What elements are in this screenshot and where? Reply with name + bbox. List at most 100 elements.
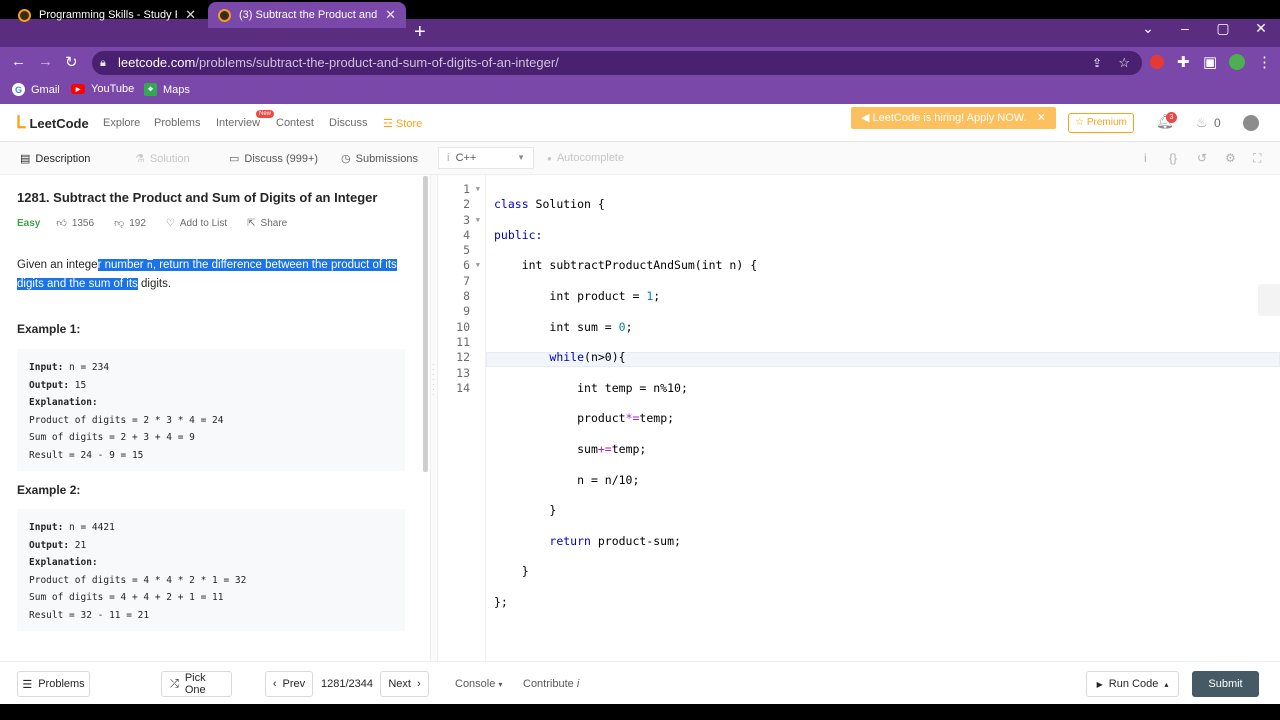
line-number-gutter: 1 ▼ 2 3 ▼ 4 5 6 ▼ 7 8 9 10 11 12 13 14 [438,182,484,396]
browser-menu-icon[interactable]: ⋮ [1257,53,1272,71]
nav-store[interactable]: ☲ Store [383,117,422,130]
dislike-button[interactable]: 👎︎ 192 [114,217,146,230]
add-to-list-label: Add to List [179,217,228,229]
console-label: Console [455,678,496,690]
contribute-button[interactable]: Contribute i [523,678,579,690]
side-panel-icon[interactable]: ▣ [1203,53,1217,71]
code-line: int sum = 0; [549,319,633,334]
bookmark-youtube[interactable]: ▶ YouTube [71,83,134,95]
tab-title: Programming Skills - Study Plan [39,9,177,21]
code-content[interactable]: class Solution { public: int subtractPro… [494,182,757,626]
user-avatar[interactable] [1243,115,1259,131]
problem-subtabs [0,142,1280,175]
braces-icon[interactable]: {} [1169,151,1177,165]
discuss-icon: ▭ [229,153,240,165]
close-window-icon[interactable]: ✕ [1246,20,1276,37]
minimize-icon[interactable]: – [1170,20,1200,36]
tab-submissions[interactable]: ◷ Submissions [341,152,418,166]
input-value: n = 234 [63,362,110,373]
line-number: 8 [463,289,470,304]
output-value: 15 [69,379,87,391]
forward-icon[interactable]: → [38,53,53,70]
tab-description[interactable]: ▤ Description [20,152,90,166]
prev-button[interactable]: ‹ Prev [265,671,313,697]
hiring-banner[interactable]: ◀ LeetCode is hiring! Apply NOW. ✕ [851,107,1056,129]
example-box: Input: n = 234 Output: 15 Explanation: P… [17,349,405,471]
code-line: } [521,564,529,579]
close-banner-icon[interactable]: ✕ [1037,112,1046,124]
nav-discuss[interactable]: Discuss [329,117,368,129]
flame-icon[interactable]: ♨ [1196,115,1208,131]
next-button[interactable]: Next › [380,671,429,697]
reset-icon[interactable]: ↺ [1197,151,1207,165]
console-toggle[interactable]: Console ▾ [455,678,502,690]
autocomplete-label: Autocomplete [556,152,625,164]
tab-search-icon[interactable]: ⌄ [1133,20,1163,37]
reload-icon[interactable]: ↻ [65,53,78,71]
problem-description: Given an integer number n, return the di… [17,256,405,294]
desc-selected: n [146,260,153,271]
nav-contest[interactable]: Contest [276,117,314,129]
language-select[interactable]: i C++ ▼ [438,147,534,169]
share-button[interactable]: ⇱ Share [247,218,287,229]
premium-button[interactable]: ☆ Premium [1068,113,1134,133]
pane-resize-handle[interactable] [430,175,438,661]
maximize-icon[interactable]: ▢ [1208,20,1238,37]
address-bar[interactable]: 🔒︎ leetcode.com/problems/subtract-the-pr… [92,51,1142,75]
leetcode-logo[interactable]: ᒪ LeetCode [16,113,89,133]
bookmark-gmail[interactable]: G Gmail [12,83,60,96]
pick-one-button[interactable]: ⤮ Pick One [161,671,232,697]
code-line: n = n/10; [577,472,640,487]
code-line: sum+=temp; [577,442,647,457]
explanation-line: Sum of digits = 2 + 3 + 4 = 9 [29,432,195,443]
tab-discuss[interactable]: ▭ Discuss (999+) [229,152,318,166]
play-icon: ▶ [1096,679,1103,689]
chevron-left-icon: ‹ [272,678,277,690]
browser-tab[interactable]: Programming Skills - Study Plan ✕ [8,2,206,28]
premium-label: Premium [1086,117,1127,128]
problem-title: 1281. Subtract the Product and Sum of Di… [17,190,378,205]
info-icon[interactable]: i [1144,151,1147,165]
share-page-icon[interactable]: ⇪ [1092,51,1102,75]
info-icon: i [576,678,580,690]
language-value: C++ [455,152,477,164]
input-label: Input: [29,362,64,373]
description-scrollbar[interactable] [423,176,428,472]
back-icon[interactable]: ← [11,53,26,70]
solution-icon: ⚗ [135,153,145,165]
extension-icon[interactable] [1150,55,1164,69]
nav-interview[interactable]: Interview [216,117,260,129]
bookmark-label: Maps [163,83,190,96]
autocomplete-toggle[interactable]: ● Autocomplete [547,152,624,164]
browser-tab-active[interactable]: (3) Subtract the Product and Sum ✕ [208,2,406,28]
clock-icon: ◷ [341,153,351,165]
run-code-button[interactable]: ▶ Run Code ▴ [1086,671,1179,697]
problems-list-button[interactable]: ☰ Problems [17,671,90,697]
side-drawer-tab[interactable] [1258,284,1280,316]
line-number: 2 [463,197,470,212]
settings-icon[interactable]: ⚙ [1225,151,1236,165]
submit-button[interactable]: Submit [1192,671,1259,697]
leetcode-favicon-icon [18,8,31,22]
profile-avatar[interactable] [1229,54,1245,70]
share-label: Share [260,217,288,229]
explanation-label: Explanation: [29,397,98,408]
close-tab-icon[interactable]: ✕ [385,7,396,23]
new-tab-icon[interactable]: + [414,21,426,43]
add-to-list-button[interactable]: ♡ Add to List [166,218,227,229]
code-line: int product = 1; [549,289,661,304]
nav-store-label: Store [395,118,423,130]
fold-arrow-icon[interactable]: ▼ [476,258,480,273]
bookmark-maps[interactable]: ⌖ Maps [144,83,190,96]
fold-arrow-icon[interactable]: ▼ [476,213,480,228]
extensions-puzzle-icon[interactable]: ✚ [1177,53,1190,71]
fullscreen-icon[interactable]: ⛶ [1253,151,1261,166]
fold-arrow-icon[interactable]: ▼ [476,182,480,197]
bookmark-star-icon[interactable]: ☆ [1118,51,1130,75]
tab-solution[interactable]: ⚗ Solution [135,152,190,166]
nav-problems[interactable]: Problems [154,117,200,129]
nav-explore[interactable]: Explore [103,117,140,129]
like-button[interactable]: 👍︎ 1356 [56,217,94,230]
store-icon: ☲ [383,118,396,130]
close-tab-icon[interactable]: ✕ [185,7,196,23]
